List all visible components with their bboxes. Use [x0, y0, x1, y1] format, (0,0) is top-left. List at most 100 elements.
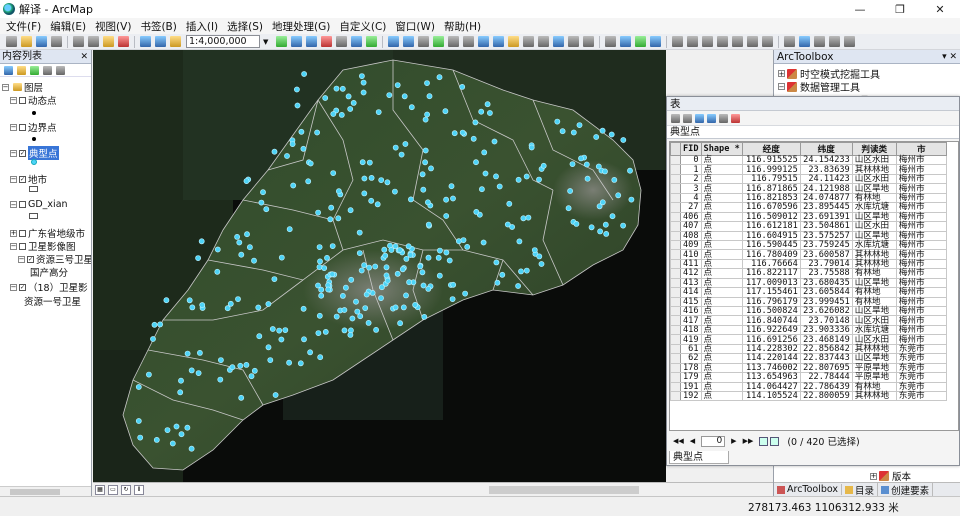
row-selector[interactable] — [670, 334, 681, 345]
collapse-icon[interactable]: − — [10, 175, 17, 183]
table-row[interactable]: 3 点 116.871865 24.121988 山区旱地 梅州市 — [670, 183, 947, 194]
select-by-attributes-icon[interactable] — [694, 113, 704, 123]
collapse-icon[interactable]: − — [18, 255, 25, 263]
row-selector[interactable] — [670, 183, 681, 194]
row-selector[interactable] — [670, 324, 681, 336]
create-viewer-icon[interactable] — [650, 36, 661, 47]
row-selector[interactable] — [670, 192, 681, 204]
row-selector[interactable] — [670, 164, 681, 175]
menu-windows[interactable]: 窗口(W) — [395, 19, 435, 34]
table-row[interactable]: 417 点 116.840744 23.70148 山区水田 梅州市 — [670, 315, 947, 326]
row-selector[interactable] — [670, 173, 681, 185]
maximize-button[interactable]: ❐ — [880, 0, 920, 18]
html-popup-icon[interactable] — [568, 36, 579, 47]
toc-layer-dynamic-points[interactable]: − 动态点 — [10, 93, 57, 107]
tab-catalog[interactable]: 目录 — [842, 482, 879, 497]
row-selector[interactable] — [670, 221, 681, 232]
show-selected-records-icon[interactable] — [770, 436, 780, 446]
model-builder-icon[interactable] — [366, 36, 377, 47]
layer-checkbox[interactable]: ✓ — [19, 149, 26, 157]
clear-selection-icon[interactable] — [718, 113, 728, 123]
related-tables-icon[interactable] — [682, 113, 692, 123]
back-icon[interactable] — [478, 36, 489, 47]
collapse-icon[interactable]: − — [10, 242, 17, 250]
menu-geoprocessing[interactable]: 地理处理(G) — [272, 19, 330, 34]
pan-icon[interactable] — [418, 36, 429, 47]
delete-icon[interactable] — [118, 36, 129, 47]
collapse-icon[interactable]: − — [10, 149, 17, 157]
last-record-icon[interactable]: ▶▶ — [743, 437, 754, 445]
clear-selection-icon[interactable] — [523, 36, 534, 47]
find-icon[interactable] — [605, 36, 616, 47]
menu-bookmarks[interactable]: 书签(B) — [140, 19, 176, 34]
table-window-title[interactable]: 表 — [667, 97, 959, 111]
list-by-visibility-icon[interactable] — [30, 65, 39, 75]
toc-layer-zy3[interactable]: − ✓ 资源三号卫星 — [18, 252, 91, 266]
collapse-icon[interactable]: − — [10, 96, 17, 104]
reshape-icon[interactable] — [687, 36, 698, 47]
toc-layer-satellite[interactable]: − 卫星影像图 — [10, 239, 76, 253]
editor-icon[interactable] — [276, 36, 287, 47]
table-row[interactable]: 414 点 117.155461 23.605844 有林地 梅州市 — [670, 287, 947, 298]
table-row[interactable]: 407 点 116.612181 23.504861 山区水田 梅州市 — [670, 221, 947, 232]
map-horizontal-scrollbar[interactable] — [489, 486, 639, 494]
collapse-icon[interactable]: − — [778, 83, 785, 90]
zoom-in-icon[interactable] — [388, 36, 399, 47]
open-icon[interactable] — [21, 36, 32, 47]
previous-record-icon[interactable]: ◀ — [690, 437, 695, 445]
expand-icon[interactable]: + — [10, 229, 17, 237]
print-icon[interactable] — [51, 36, 62, 47]
row-selector[interactable] — [670, 296, 681, 308]
first-record-icon[interactable]: ◀◀ — [673, 437, 684, 445]
toc-layers-root[interactable]: − 图层 — [2, 80, 43, 94]
list-by-selection-icon[interactable] — [43, 65, 52, 75]
attribute-grid[interactable]: FID Shape * 经度 纬度 判读类 市 0 点 116.915525 24.1… — [669, 141, 959, 431]
minimize-button[interactable]: — — [840, 0, 880, 18]
collapse-icon[interactable]: − — [10, 201, 17, 208]
list-by-source-icon[interactable] — [17, 65, 26, 75]
full-extent-icon[interactable] — [433, 36, 444, 47]
layer-checkbox[interactable] — [19, 96, 26, 104]
row-selector[interactable] — [670, 315, 681, 326]
table-row[interactable]: 2 点 116.79515 24.11423 山区水田 梅州市 — [670, 173, 947, 185]
redo-icon[interactable] — [155, 36, 166, 47]
row-selector[interactable] — [670, 239, 681, 251]
python-icon[interactable] — [336, 36, 347, 47]
table-row[interactable]: 192 点 114.105524 22.800059 其林林地 东莞市 — [670, 390, 947, 402]
toolbox-item-versions[interactable]: + 版本 — [774, 470, 960, 483]
go-to-xy-icon[interactable] — [620, 36, 631, 47]
table-row[interactable]: 410 点 116.780409 23.600587 其林林地 梅州市 — [670, 249, 947, 260]
table-options-icon[interactable] — [670, 113, 680, 123]
row-selector[interactable] — [670, 343, 681, 355]
row-selector[interactable] — [670, 249, 681, 260]
select-features-icon[interactable] — [508, 36, 519, 47]
column-header-latitude[interactable]: 纬度 — [799, 142, 853, 156]
zoom-out-icon[interactable] — [403, 36, 414, 47]
row-selector[interactable] — [670, 305, 681, 317]
layer-checkbox[interactable]: ✓ — [19, 283, 26, 291]
layout-view-icon[interactable]: ▭ — [108, 484, 118, 495]
table-row[interactable]: 1 点 116.999125 23.83639 其林林地 梅州市 — [670, 164, 947, 175]
row-selector[interactable] — [670, 287, 681, 298]
toc-layer-typical-points[interactable]: − ✓ 典型点 — [10, 146, 59, 160]
expand-icon[interactable]: + — [778, 70, 785, 77]
row-selector[interactable] — [670, 390, 681, 402]
table-row[interactable]: 62 点 114.220144 22.837443 山区旱地 东莞市 — [670, 353, 947, 364]
layer-checkbox[interactable] — [19, 123, 26, 131]
menu-insert[interactable]: 插入(I) — [186, 19, 218, 34]
toc-layer-zy1[interactable]: 资源一号卫星 — [24, 294, 81, 308]
swipe-icon[interactable] — [844, 36, 855, 47]
undo-icon[interactable] — [140, 36, 151, 47]
column-header-shape[interactable]: Shape * — [700, 142, 743, 156]
layer-checkbox[interactable]: ✓ — [27, 255, 34, 263]
row-selector[interactable] — [670, 211, 681, 223]
collapse-icon[interactable]: − — [10, 283, 17, 291]
table-row[interactable]: 179 点 113.654963 22.78444 平原旱地 东莞市 — [670, 372, 947, 383]
collapse-icon[interactable]: − — [10, 123, 17, 131]
header-selector[interactable] — [670, 142, 681, 156]
menu-customize[interactable]: 自定义(C) — [339, 19, 386, 34]
show-all-records-icon[interactable] — [759, 436, 769, 446]
row-selector[interactable] — [670, 277, 681, 289]
new-icon[interactable] — [6, 36, 17, 47]
tab-arctoolbox[interactable]: ArcToolbox — [774, 484, 843, 495]
